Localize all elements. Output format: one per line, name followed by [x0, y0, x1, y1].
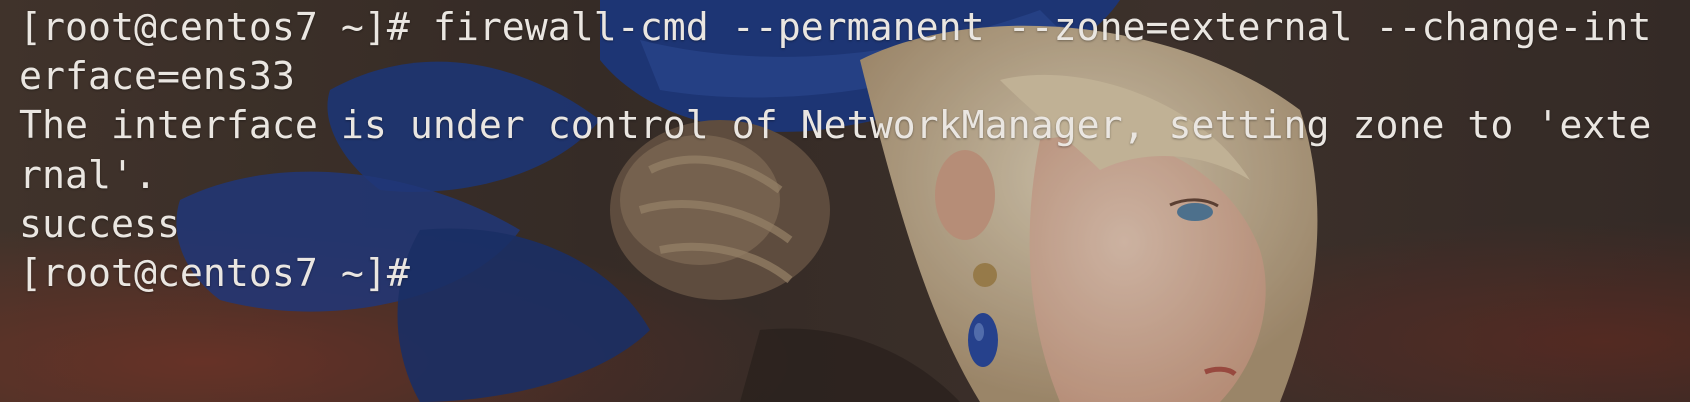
- terminal-window[interactable]: [root@centos7 ~]# firewall-cmd --permane…: [0, 0, 1690, 402]
- terminal-line-prompt[interactable]: [root@centos7 ~]#: [19, 250, 1690, 299]
- terminal-line-message-wrap: rnal'.: [19, 153, 157, 198]
- terminal-line-command-wrap: erface=ens33: [19, 55, 295, 100]
- terminal-line-message: The interface is under control of Networ…: [19, 104, 1652, 149]
- terminal-line-result: success: [19, 202, 180, 247]
- terminal-line-command: [root@centos7 ~]# firewall-cmd --permane…: [19, 6, 1652, 50]
- terminal-output[interactable]: [root@centos7 ~]# firewall-cmd --permane…: [19, 4, 1690, 299]
